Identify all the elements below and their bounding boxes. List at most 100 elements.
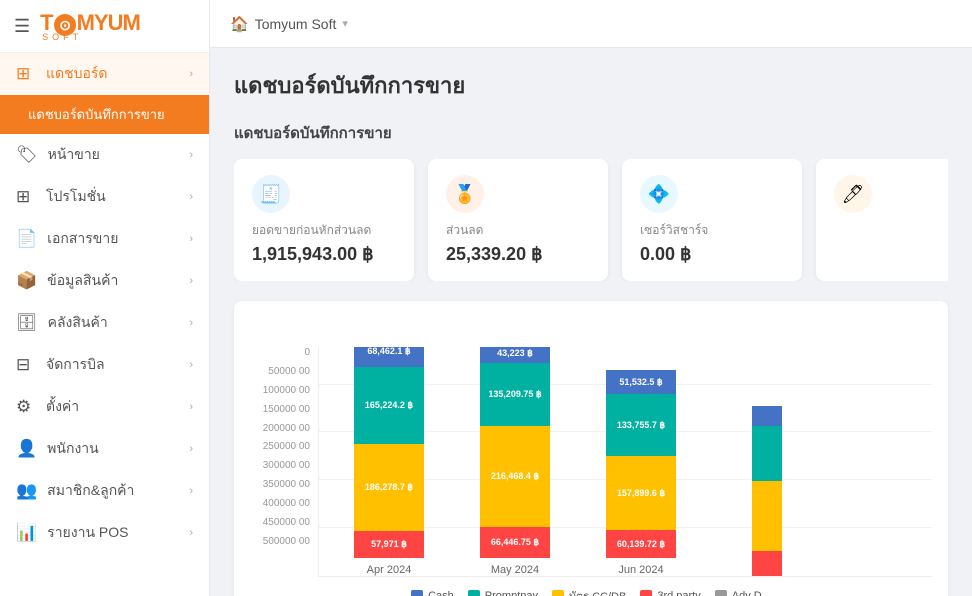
stat-icon-gross: 🧾 <box>252 175 290 213</box>
y-label: 350000 00 <box>250 479 310 490</box>
y-label: 50000 00 <box>250 366 310 377</box>
sidebar-item-label: พนักงาน <box>47 438 189 460</box>
billing-icon: ⊟ <box>16 355 36 375</box>
bar-segment-3rdparty: 57,971 ฿ <box>354 531 424 558</box>
bar-label: 186,278.7 ฿ <box>365 482 413 493</box>
stat-card-header: 🧾 <box>252 175 396 213</box>
documents-icon: 📄 <box>16 229 37 249</box>
sidebar-item-dashboard-sales[interactable]: แดชบอร์ดบันทึกการขาย <box>0 95 209 134</box>
legend-label-promptpay: Promptpay <box>485 590 538 596</box>
stat-card-extra: 🖊 <box>816 159 948 281</box>
sidebar-item-promotion[interactable]: ⊞ โปรโมชั่น › <box>0 176 209 218</box>
chevron-icon: › <box>189 359 193 371</box>
bar-group-may: 66,446.75 ฿ 216,468.4 ฿ 135,209.75 ฿ 43,… <box>455 347 575 576</box>
legend-label-adv: Adv D... <box>732 590 771 596</box>
legend-item-ccdb: บัตร CC/DB <box>552 587 626 596</box>
bar-stack-partial <box>752 406 782 576</box>
promotion-icon: ⊞ <box>16 187 36 207</box>
sidebar-item-label: จัดการบิล <box>46 354 189 376</box>
sidebar-item-pos-reports[interactable]: 📊 รายงาน POS › <box>0 512 209 554</box>
sidebar-item-members[interactable]: 👥 สมาชิก&ลูกค้า › <box>0 470 209 512</box>
y-label: 450000 00 <box>250 517 310 528</box>
bar-x-label: Jun 2024 <box>618 564 663 576</box>
chart-bars-area: 57,971 ฿ 186,278.7 ฿ 165,224.2 ฿ <box>318 347 932 577</box>
y-axis: 500000 00 450000 00 400000 00 350000 00 … <box>250 347 310 577</box>
sales-icon: 🏷 <box>16 145 38 165</box>
stat-card-header: 💠 <box>640 175 784 213</box>
page-content: แดชบอร์ดบันทึกการขาย แดชบอร์ดบันทึกการขา… <box>210 48 972 596</box>
main-content: 🏠 Tomyum Soft ▾ แดชบอร์ดบันทึกการขาย แดช… <box>210 0 972 596</box>
stat-cards: 🧾 ยอดขายก่อนหักส่วนลด 1,915,943.00 ฿ 🏅 ส… <box>234 159 948 281</box>
bar-x-label: May 2024 <box>491 564 539 576</box>
legend-label-3rdparty: 3rd party <box>657 590 700 596</box>
sidebar-item-label: หน้าขาย <box>48 144 190 166</box>
sidebar-item-label: คลังสินค้า <box>48 312 190 334</box>
sidebar-subitem-label: แดชบอร์ดบันทึกการขาย <box>28 104 193 125</box>
sidebar-item-inventory[interactable]: 🗄 คลังสินค้า › <box>0 302 209 344</box>
stat-icon-extra: 🖊 <box>834 175 872 213</box>
legend-dot-cash <box>411 590 423 596</box>
bar-label: 216,468.4 ฿ <box>491 471 539 482</box>
hamburger-icon[interactable]: ☰ <box>14 16 30 37</box>
bar-label: 68,462.1 ฿ <box>367 347 410 357</box>
sidebar-item-dashboard[interactable]: ⊞ แดชบอร์ด › <box>0 53 209 95</box>
y-label: 300000 00 <box>250 460 310 471</box>
y-label: 100000 00 <box>250 385 310 396</box>
sidebar-item-settings[interactable]: ⚙ ตั้งค่า › <box>0 386 209 428</box>
bar-segment-cash: 68,462.1 ฿ <box>354 347 424 367</box>
chart-legend: Cash Promptpay บัตร CC/DB 3rd party Adv … <box>250 587 932 596</box>
legend-label-ccdb: บัตร CC/DB <box>569 587 626 596</box>
bar-segment-3rdparty: 60,139.72 ฿ <box>606 530 676 558</box>
bar-group-apr: 57,971 ฿ 186,278.7 ฿ 165,224.2 ฿ <box>329 347 449 576</box>
members-icon: 👥 <box>16 481 37 501</box>
stat-card-service: 💠 เซอร์วิสชาร์จ 0.00 ฿ <box>622 159 802 281</box>
sidebar-item-product-data[interactable]: 📦 ข้อมูลสินค้า › <box>0 260 209 302</box>
stat-value-discount: 25,339.20 ฿ <box>446 244 590 265</box>
chevron-down-icon: › <box>189 68 193 80</box>
employees-icon: 👤 <box>16 439 37 459</box>
sidebar-item-label: เอกสารขาย <box>47 228 189 250</box>
chevron-icon: › <box>189 485 193 497</box>
stat-value-service: 0.00 ฿ <box>640 244 784 265</box>
stat-card-header: 🏅 <box>446 175 590 213</box>
bar-segment-ccdb: 186,278.7 ฿ <box>354 444 424 531</box>
stat-card-discount: 🏅 ส่วนลด 25,339.20 ฿ <box>428 159 608 281</box>
bar-segment-cash: 51,532.5 ฿ <box>606 370 676 394</box>
bar-stack: 60,139.72 ฿ 157,899.6 ฿ 133,755.7 ฿ 51,5… <box>606 370 676 558</box>
dashboard-icon: ⊞ <box>16 64 36 84</box>
bar-group-jun: 60,139.72 ฿ 157,899.6 ฿ 133,755.7 ฿ 51,5… <box>581 370 701 576</box>
y-label: 0 <box>250 347 310 358</box>
bar-label: 57,971 ฿ <box>371 539 407 550</box>
settings-icon: ⚙ <box>16 397 36 417</box>
sidebar-item-label: สมาชิก&ลูกค้า <box>47 480 189 502</box>
y-label: 400000 00 <box>250 498 310 509</box>
sidebar-item-label: ข้อมูลสินค้า <box>47 270 189 292</box>
chevron-icon: › <box>189 191 193 203</box>
y-label: 150000 00 <box>250 404 310 415</box>
sidebar-item-sales[interactable]: 🏷 หน้าขาย › <box>0 134 209 176</box>
home-icon: 🏠 <box>230 15 249 33</box>
product-icon: 📦 <box>16 271 37 291</box>
section-title: แดชบอร์ดบันทึกการขาย <box>234 121 948 145</box>
chart-container: 500000 00 450000 00 400000 00 350000 00 … <box>234 301 948 596</box>
stat-icon-service: 💠 <box>640 175 678 213</box>
bar-label: 165,224.2 ฿ <box>365 400 413 411</box>
sidebar-item-billing[interactable]: ⊟ จัดการบิล › <box>0 344 209 386</box>
inventory-icon: 🗄 <box>16 313 38 333</box>
reports-icon: 📊 <box>16 523 37 543</box>
sidebar-item-employees[interactable]: 👤 พนักงาน › <box>0 428 209 470</box>
topbar: 🏠 Tomyum Soft ▾ <box>210 0 972 48</box>
bar-label: 60,139.72 ฿ <box>617 539 665 550</box>
sidebar: ☰ T⊙MYUM SOFT ⊞ แดชบอร์ด › แดชบอร์ดบันทึ… <box>0 0 210 596</box>
chevron-icon: › <box>189 527 193 539</box>
sidebar-item-documents[interactable]: 📄 เอกสารขาย › <box>0 218 209 260</box>
bar-segment-promptpay <box>752 426 782 481</box>
breadcrumb: Tomyum Soft <box>255 16 337 32</box>
chevron-down-icon: ▾ <box>342 17 348 30</box>
bar-segment-cash <box>752 406 782 426</box>
y-label: 200000 00 <box>250 423 310 434</box>
stat-label-discount: ส่วนลด <box>446 221 590 240</box>
bar-segment-3rdparty <box>752 551 782 576</box>
bar-label: 133,755.7 ฿ <box>617 420 665 431</box>
legend-item-cash: Cash <box>411 587 454 596</box>
